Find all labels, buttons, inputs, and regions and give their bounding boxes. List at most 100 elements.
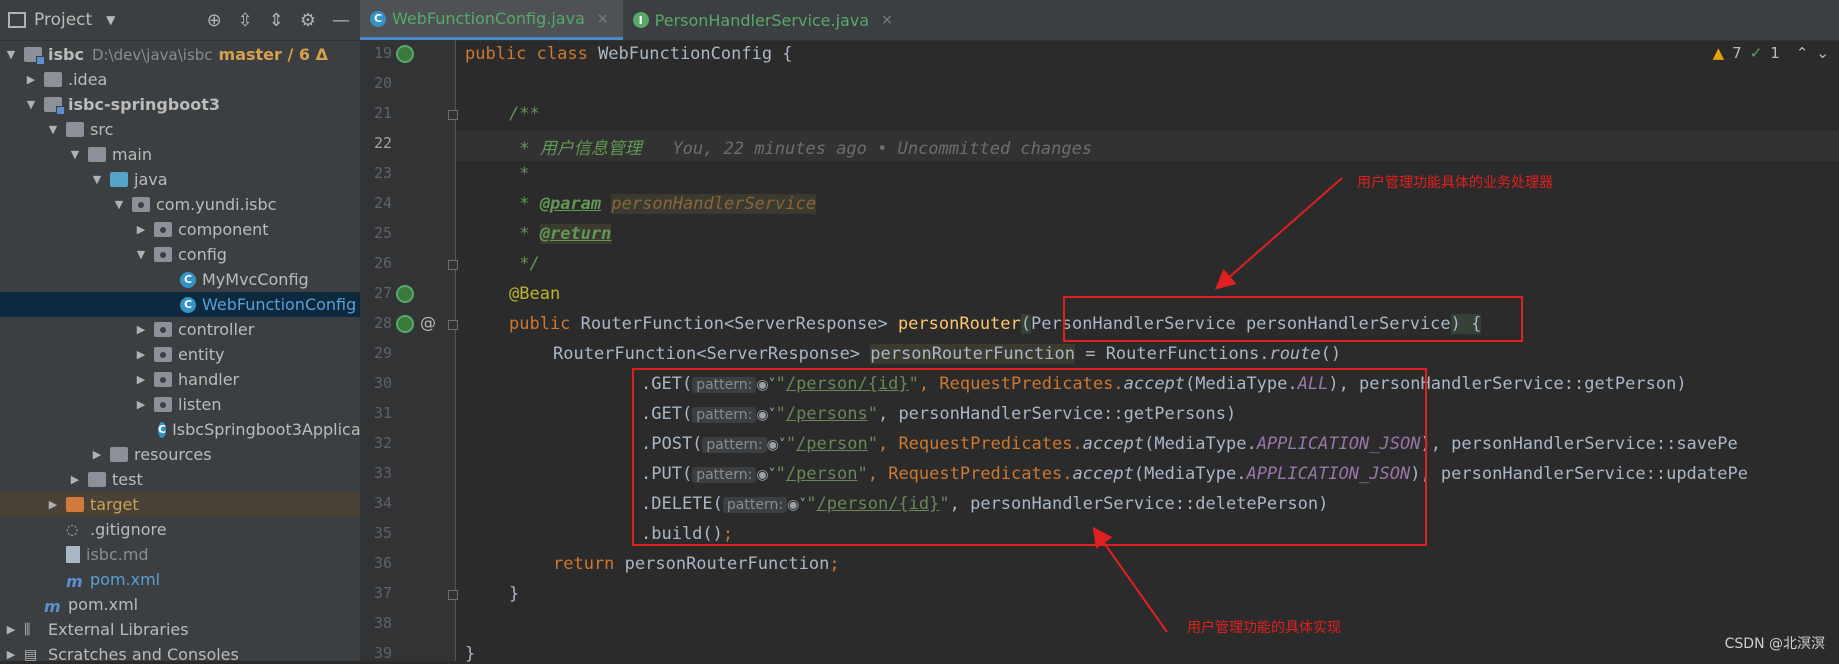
url-globe-icon[interactable]: ◉˅ (767, 437, 786, 453)
fold-marker-icon[interactable] (448, 320, 458, 330)
chevron-up-icon[interactable]: ⌃ (1796, 44, 1809, 62)
url-path-link[interactable]: /person/{id} (817, 494, 940, 514)
close-icon[interactable]: × (597, 11, 609, 27)
chevron-right-icon[interactable]: ▶ (4, 623, 18, 636)
tree-item-resources[interactable]: ▶ resources (0, 442, 360, 467)
ok-count: 1 (1770, 44, 1780, 62)
chevron-right-icon[interactable]: ▶ (134, 373, 148, 386)
tree-item-src[interactable]: ▼ src (0, 117, 360, 142)
tab-webfunctionconfig[interactable]: C WebFunctionConfig.java × (360, 0, 623, 40)
tree-item-main[interactable]: ▼ main (0, 142, 360, 167)
code-line-25[interactable]: * @return (465, 224, 612, 244)
tree-item-component[interactable]: ▶ component (0, 217, 360, 242)
chevron-down-icon[interactable]: ▼ (112, 198, 126, 211)
gear-icon[interactable]: ⚙ (300, 10, 316, 31)
code-line-26[interactable]: */ (465, 254, 539, 274)
tree-item-scratches[interactable]: ▶ ▤ Scratches and Consoles (0, 642, 360, 661)
tree-item-java[interactable]: ▼ java (0, 167, 360, 192)
tree-item-handler[interactable]: ▶ handler (0, 367, 360, 392)
chevron-down-icon[interactable]: ▼ (46, 123, 60, 136)
inspection-widget[interactable]: ▲ 7 ✓ 1 ⌃ ⌄ (1713, 44, 1839, 62)
code-line-36[interactable]: return personRouterFunction; (465, 554, 840, 574)
tree-item-listen[interactable]: ▶ listen (0, 392, 360, 417)
tree-item-entity[interactable]: ▶ entity (0, 342, 360, 367)
project-view-title[interactable]: Project (34, 10, 92, 30)
url-path-link[interactable]: /persons (786, 404, 868, 424)
close-icon[interactable]: × (881, 12, 893, 28)
code-line-19[interactable]: public class WebFunctionConfig { (465, 44, 793, 64)
type: RouterFunction<ServerResponse> (553, 344, 871, 364)
spring-bean-gutter-icon[interactable] (396, 315, 414, 333)
tree-item-test[interactable]: ▶ test (0, 467, 360, 492)
chevron-right-icon[interactable]: ▶ (68, 473, 82, 486)
code-line-28[interactable]: public RouterFunction<ServerResponse> pe… (465, 314, 1482, 334)
collapse-all-icon[interactable]: ⇕ (269, 10, 284, 31)
tree-item-application[interactable]: C IsbcSpringboot3Applica (0, 417, 360, 442)
locate-file-icon[interactable]: ⊕ (207, 10, 222, 31)
code-line-24[interactable]: * @param personHandlerService (465, 194, 817, 214)
fold-marker-icon[interactable] (448, 110, 458, 120)
code-line-31[interactable]: .GET(pattern: ◉˅"/persons", personHandler… (465, 404, 1236, 424)
url-globe-icon[interactable]: ◉˅ (787, 497, 806, 513)
tree-item-isbc[interactable]: ▼ isbc D:\dev\java\isbc master / 6 Δ (0, 42, 360, 67)
method-call: .PUT( (641, 464, 693, 484)
chevron-down-icon[interactable]: ▼ (24, 98, 38, 111)
tree-item-pom-root[interactable]: m pom.xml (0, 592, 360, 617)
code-line-23[interactable]: * (465, 164, 529, 184)
code-line-37[interactable]: } (465, 584, 519, 604)
web-endpoint-icon[interactable]: @ (420, 313, 436, 332)
chevron-right-icon[interactable]: ▶ (24, 73, 38, 86)
module-folder-icon (44, 97, 65, 115)
url-path-link[interactable]: /person (786, 464, 858, 484)
tree-item-package[interactable]: ▼ com.yundi.isbc (0, 192, 360, 217)
chevron-down-icon[interactable]: ▼ (134, 248, 148, 261)
spring-bean-gutter-icon[interactable] (396, 45, 414, 63)
chevron-down-icon[interactable]: ⌄ (1816, 44, 1829, 62)
chevron-right-icon[interactable]: ▶ (46, 498, 60, 511)
tree-item-isbc-springboot3[interactable]: ▼ isbc-springboot3 (0, 92, 360, 117)
chevron-right-icon[interactable]: ▶ (134, 348, 148, 361)
url-path-link[interactable]: /person (796, 434, 868, 454)
tree-label: com.yundi.isbc (156, 195, 277, 214)
code-line-29[interactable]: RouterFunction<ServerResponse> personRou… (465, 344, 1341, 364)
comment: * 用户信息管理 (509, 139, 642, 159)
chevron-down-icon[interactable]: ▼ (68, 148, 82, 161)
tab-personhandlerservice[interactable]: I PersonHandlerService.java × (623, 0, 907, 40)
tree-item-idea[interactable]: ▶ .idea (0, 67, 360, 92)
chevron-down-icon[interactable]: ▼ (4, 48, 18, 61)
spring-bean-gutter-icon[interactable] (396, 285, 414, 303)
url-globe-icon[interactable]: ◉˅ (756, 407, 775, 423)
chevron-right-icon[interactable]: ▶ (134, 223, 148, 236)
expand-all-icon[interactable]: ⇳ (238, 10, 253, 31)
code-line-35[interactable]: .build(); (465, 524, 733, 544)
chevron-right-icon[interactable]: ▶ (90, 448, 104, 461)
code-line-21[interactable]: /** (465, 104, 540, 124)
chevron-right-icon[interactable]: ▶ (4, 648, 18, 661)
fold-marker-icon[interactable] (448, 260, 458, 270)
code-line-39[interactable]: } (465, 644, 475, 664)
url-globe-icon[interactable]: ◉˅ (756, 467, 775, 483)
tree-item-webfunctionconfig[interactable]: C WebFunctionConfig (0, 292, 360, 317)
tree-item-isbc-md[interactable]: isbc.md (0, 542, 360, 567)
tree-item-target[interactable]: ▶ target (0, 492, 360, 517)
url-globe-icon[interactable]: ◉˅ (756, 377, 775, 393)
tree-item-config[interactable]: ▼ config (0, 242, 360, 267)
code-line-33[interactable]: .PUT(pattern: ◉˅"/person", RequestPredica… (465, 464, 1748, 484)
code-line-30[interactable]: .GET(pattern: ◉˅"/person/{id}", RequestPr… (465, 374, 1687, 394)
chevron-down-icon[interactable]: ▼ (106, 13, 115, 27)
chevron-right-icon[interactable]: ▶ (134, 323, 148, 336)
code-line-22[interactable]: * 用户信息管理 You, 22 minutes ago • Uncommitt… (465, 134, 1092, 159)
chevron-down-icon[interactable]: ▼ (90, 173, 104, 186)
tree-item-external-libraries[interactable]: ▶ ⫼ External Libraries (0, 617, 360, 642)
hide-icon[interactable]: — (332, 10, 350, 31)
tree-item-mymvcconfig[interactable]: C MyMvcConfig (0, 267, 360, 292)
code-line-32[interactable]: .POST(pattern: ◉˅"/person", RequestPredic… (465, 434, 1738, 454)
code-line-34[interactable]: .DELETE(pattern: ◉˅"/person/{id}", person… (465, 494, 1328, 514)
tree-item-controller[interactable]: ▶ controller (0, 317, 360, 342)
code-line-27[interactable]: @Bean (465, 284, 560, 304)
tree-item-pom-module[interactable]: m pom.xml (0, 567, 360, 592)
tree-item-gitignore[interactable]: ◌ .gitignore (0, 517, 360, 542)
fold-marker-icon[interactable] (448, 590, 458, 600)
chevron-right-icon[interactable]: ▶ (134, 398, 148, 411)
url-path-link[interactable]: /person/{id} (786, 374, 909, 394)
